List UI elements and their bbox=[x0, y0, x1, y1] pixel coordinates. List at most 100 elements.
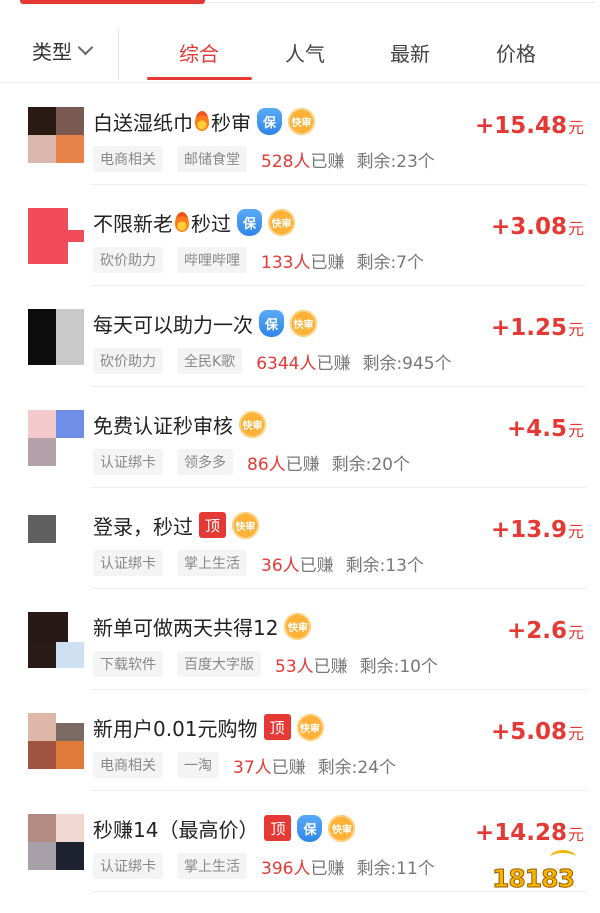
task-thumbnail bbox=[28, 814, 84, 870]
earned-number: 53人 bbox=[275, 656, 314, 677]
earned-number: 37人 bbox=[233, 757, 272, 778]
watermark-text: 18183 bbox=[492, 864, 576, 894]
task-title: 新用户0.01元购物 bbox=[93, 716, 258, 741]
task-row[interactable]: 不限新老 秒过保快审砍价助力 哔哩哔哩 133人已赚 剩余:7个 +3.08 元 bbox=[0, 186, 600, 286]
tab-newest[interactable]: 最新 bbox=[358, 38, 462, 67]
reward-amount: +13.9 bbox=[490, 517, 567, 543]
reward-amount: +2.6 bbox=[506, 618, 567, 644]
earned-suffix: 已赚 bbox=[299, 555, 334, 576]
task-tag: 砍价助力 bbox=[93, 247, 163, 273]
task-tag: 认证绑卡 bbox=[93, 449, 163, 475]
task-meta: 电商相关 一淘 37人已赚 剩余:24个 bbox=[93, 750, 396, 780]
reward-amount: +1.25 bbox=[490, 315, 567, 341]
task-reward: +1.25 元 bbox=[491, 315, 584, 341]
pinned-badge-icon: 顶 bbox=[199, 512, 226, 538]
task-tag: 百度大字版 bbox=[177, 651, 261, 677]
task-tag: 掌上生活 bbox=[177, 853, 247, 879]
pinned-badge-icon: 顶 bbox=[264, 815, 292, 841]
type-filter-label: 类型 bbox=[32, 40, 72, 64]
fast-review-badge-icon: 快审 bbox=[268, 208, 295, 236]
reward-unit: 元 bbox=[567, 118, 584, 137]
remaining-count: 剩余:7个 bbox=[356, 252, 424, 273]
task-title: 新单可做两天共得12 bbox=[93, 615, 279, 640]
task-tag: 认证绑卡 bbox=[93, 853, 163, 879]
earned-suffix: 已赚 bbox=[285, 454, 320, 475]
task-title-line: 每天可以助力一次保快审 bbox=[93, 307, 317, 339]
earned-count: 6344人已赚 bbox=[256, 349, 350, 374]
task-thumbnail bbox=[28, 713, 84, 769]
earned-number: 6344人 bbox=[256, 353, 317, 374]
task-tag: 领多多 bbox=[177, 449, 233, 475]
earned-suffix: 已赚 bbox=[271, 757, 306, 778]
task-meta: 认证绑卡 掌上生活 36人已赚 剩余:13个 bbox=[93, 548, 424, 578]
reward-unit: 元 bbox=[567, 421, 584, 440]
task-thumbnail bbox=[28, 511, 84, 567]
earned-suffix: 已赚 bbox=[310, 252, 345, 273]
earned-suffix: 已赚 bbox=[316, 353, 351, 374]
tab-comprehensive[interactable]: 综合 bbox=[147, 38, 251, 67]
task-reward: +15.48 元 bbox=[475, 113, 584, 139]
task-reward: +3.08 元 bbox=[491, 214, 584, 240]
remaining-count: 剩余:23个 bbox=[356, 151, 435, 172]
tab-label: 价格 bbox=[496, 42, 536, 66]
task-tag: 砍价助力 bbox=[93, 348, 163, 374]
fast-review-badge-icon: 快审 bbox=[328, 814, 356, 842]
guarantee-shield-icon: 保 bbox=[297, 814, 323, 842]
task-tag: 电商相关 bbox=[93, 146, 163, 172]
earned-count: 37人已赚 bbox=[233, 753, 306, 778]
task-title-line: 新单可做两天共得12 快审 bbox=[93, 610, 312, 642]
task-row[interactable]: 新用户0.01元购物顶快审 电商相关 一淘 37人已赚 剩余:24个 +5.08 元 bbox=[0, 691, 600, 791]
earned-number: 133人 bbox=[261, 252, 311, 273]
task-meta: 砍价助力 哔哩哔哩 133人已赚 剩余:7个 bbox=[93, 245, 424, 275]
task-meta: 认证绑卡 掌上生活 396人已赚 剩余:11个 bbox=[93, 851, 435, 881]
row-divider bbox=[91, 386, 586, 387]
row-divider bbox=[91, 790, 586, 791]
tab-popularity[interactable]: 人气 bbox=[253, 38, 357, 67]
top-divider bbox=[205, 2, 595, 3]
task-tag: 一淘 bbox=[177, 752, 219, 778]
remaining-count: 剩余:945个 bbox=[362, 353, 452, 374]
task-reward: +14.28 元 bbox=[475, 820, 584, 846]
task-title: 不限新老 bbox=[93, 211, 173, 236]
earned-count: 36人已赚 bbox=[261, 551, 334, 576]
task-row[interactable]: 登录，秒过顶快审认证绑卡 掌上生活 36人已赚 剩余:13个 +13.9 元 bbox=[0, 489, 600, 589]
fast-review-badge-icon: 快审 bbox=[284, 612, 312, 640]
reward-unit: 元 bbox=[567, 825, 584, 844]
task-title: 白送湿纸巾 bbox=[93, 110, 193, 135]
task-title-line: 白送湿纸巾 秒审保快审 bbox=[93, 105, 315, 137]
task-title-line: 不限新老 秒过保快审 bbox=[93, 206, 295, 238]
earned-number: 396人 bbox=[261, 858, 311, 879]
task-row[interactable]: 白送湿纸巾 秒审保快审 电商相关 邮储食堂 528人已赚 剩余:23个 +15.48 元 bbox=[0, 85, 600, 185]
task-title-line: 免费认证秒审核 快审 bbox=[93, 408, 266, 440]
task-row[interactable]: 每天可以助力一次保快审 砍价助力 全民K歌 6344人已赚 剩余:945个 +1.25 元 bbox=[0, 287, 600, 387]
fire-icon bbox=[175, 212, 189, 232]
type-filter-dropdown[interactable]: 类型 bbox=[32, 36, 94, 65]
earned-count: 133人已赚 bbox=[261, 248, 344, 273]
earned-count: 396人已赚 bbox=[261, 854, 344, 879]
tab-price[interactable]: 价格 bbox=[464, 38, 568, 67]
remaining-count: 剩余:13个 bbox=[345, 555, 424, 576]
remaining-count: 剩余:10个 bbox=[359, 656, 438, 677]
guarantee-shield-icon: 保 bbox=[237, 208, 262, 236]
task-title: 登录，秒过 bbox=[93, 514, 193, 539]
task-title: 秒赚14（最高价） bbox=[93, 817, 259, 842]
task-thumbnail bbox=[28, 208, 84, 264]
fast-review-badge-icon: 快审 bbox=[290, 309, 317, 337]
row-divider bbox=[91, 487, 586, 488]
task-row[interactable]: 新单可做两天共得12 快审 下载软件 百度大字版 53人已赚 剩余:10个 +2.6 元 bbox=[0, 590, 600, 690]
watermark-logo: 18183 bbox=[492, 850, 586, 896]
task-reward: +5.08 元 bbox=[491, 719, 584, 745]
reward-unit: 元 bbox=[567, 724, 584, 743]
fast-review-badge-icon: 快审 bbox=[232, 511, 259, 539]
row-divider bbox=[91, 689, 586, 690]
task-row[interactable]: 免费认证秒审核 快审 认证绑卡 领多多 86人已赚 剩余:20个 +4.5 元 bbox=[0, 388, 600, 488]
reward-unit: 元 bbox=[567, 320, 584, 339]
task-thumbnail bbox=[28, 107, 84, 163]
earned-suffix: 已赚 bbox=[310, 858, 345, 879]
task-title-line: 登录，秒过顶快审 bbox=[93, 509, 259, 541]
reward-unit: 元 bbox=[567, 522, 584, 541]
remaining-count: 剩余:11个 bbox=[356, 858, 435, 879]
guarantee-shield-icon: 保 bbox=[259, 309, 284, 337]
top-accent-line bbox=[20, 0, 205, 4]
task-title: 免费认证秒审核 bbox=[93, 413, 233, 438]
